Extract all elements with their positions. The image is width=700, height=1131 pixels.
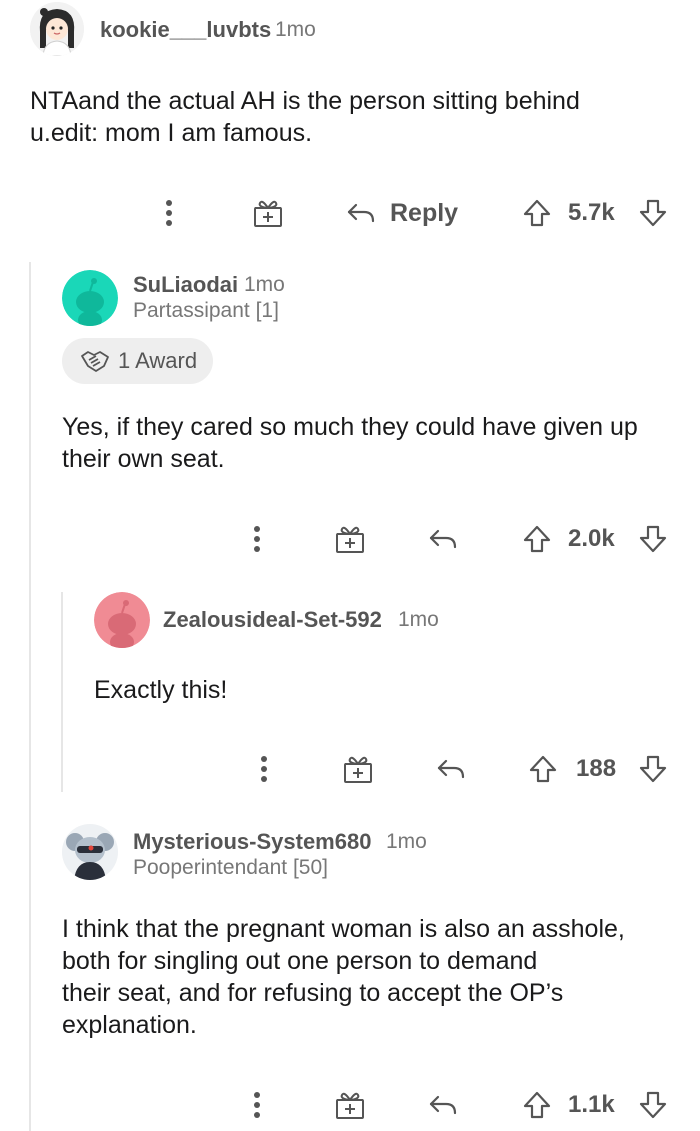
comment-body-line: both for singling out one person to dema…	[62, 947, 538, 975]
comment-author[interactable]: SuLiaodai	[133, 272, 238, 298]
comment-action-bar: 188	[240, 749, 680, 789]
reply-button[interactable]	[428, 527, 458, 551]
more-options-icon[interactable]	[253, 525, 261, 553]
comment-body: Exactly this!	[94, 674, 684, 706]
vote-score: 5.7k	[568, 199, 615, 226]
upvote-button[interactable]	[522, 524, 552, 554]
comment-body-line: their own seat.	[62, 445, 225, 473]
comment-action-bar: 2.0k	[240, 519, 680, 559]
reply-arrow-icon	[429, 529, 457, 549]
comment-author[interactable]: Mysterious-System680	[133, 829, 371, 855]
upvote-button[interactable]	[522, 198, 552, 228]
upvote-arrow-icon	[523, 1091, 551, 1119]
downvote-button[interactable]	[638, 1090, 668, 1120]
comment-age: 1mo	[244, 273, 285, 296]
comment-author[interactable]: Zealousideal-Set-592	[163, 607, 382, 633]
snoo-avatar-icon	[62, 270, 118, 326]
reply-label: Reply	[390, 198, 459, 227]
award-gift-icon[interactable]	[334, 1089, 366, 1121]
comment-body: NTAand the actual AH is the person sitti…	[30, 85, 690, 149]
handshake-award-icon	[81, 351, 109, 372]
reply-button[interactable]	[436, 757, 466, 781]
comment-body-line: NTAand the actual AH is the person sitti…	[30, 87, 580, 115]
comment-body-line: Exactly this!	[94, 676, 228, 704]
reply-button[interactable]	[428, 1093, 458, 1117]
avatar[interactable]	[30, 2, 84, 56]
comment-action-bar: 1.1k	[240, 1085, 680, 1125]
comment-action-bar: Reply 5.7k	[160, 193, 680, 233]
comment-body-line: I think that the pregnant woman is also …	[62, 915, 625, 943]
award-gift-icon[interactable]	[252, 197, 284, 229]
girl-avatar-icon	[30, 2, 84, 56]
downvote-arrow-icon	[639, 1091, 667, 1119]
downvote-arrow-icon	[639, 199, 667, 227]
comment-age: 1mo	[275, 18, 316, 41]
reply-arrow-icon	[347, 203, 375, 223]
avatar[interactable]	[94, 592, 150, 648]
comment-body-line: Yes, if they cared so much they could ha…	[62, 413, 638, 441]
comment-author[interactable]: kookie___luvbts	[100, 17, 271, 43]
downvote-button[interactable]	[638, 198, 668, 228]
upvote-arrow-icon	[523, 525, 551, 553]
upvote-button[interactable]	[522, 1090, 552, 1120]
avatar[interactable]	[62, 270, 118, 326]
comment-body: Yes, if they cared so much they could ha…	[62, 411, 692, 475]
reply-button[interactable]: Reply	[346, 199, 458, 228]
more-options-icon[interactable]	[253, 1091, 261, 1119]
user-flair: Partassipant [1]	[133, 299, 279, 322]
user-flair: Pooperintendant [50]	[133, 856, 328, 879]
thread-line-level-2[interactable]	[61, 592, 63, 792]
vote-score: 188	[576, 755, 617, 782]
comment-body-line: their seat, and for refusing to accept t…	[62, 979, 564, 1007]
upvote-arrow-icon	[529, 755, 557, 783]
vote-score: 2.0k	[568, 525, 615, 552]
comment-body-line: u.edit: mom I am famous.	[30, 119, 313, 147]
comment-body-line: explanation.	[62, 1011, 197, 1039]
upvote-arrow-icon	[523, 199, 551, 227]
more-options-icon[interactable]	[260, 755, 268, 783]
award-label: 1 Award	[118, 348, 198, 373]
comment-body: I think that the pregnant woman is also …	[62, 913, 692, 1041]
reply-arrow-icon	[437, 759, 465, 779]
reply-arrow-icon	[429, 1095, 457, 1115]
comment-age: 1mo	[398, 608, 439, 631]
upvote-button[interactable]	[528, 754, 558, 784]
vote-score: 1.1k	[568, 1091, 615, 1118]
koala-avatar-icon	[62, 824, 118, 880]
thread-line-level-1[interactable]	[29, 262, 31, 1131]
comment-age: 1mo	[386, 830, 427, 853]
award-badge[interactable]: 1 Award	[62, 338, 214, 384]
downvote-arrow-icon	[639, 525, 667, 553]
avatar[interactable]	[62, 824, 118, 880]
award-gift-icon[interactable]	[342, 753, 374, 785]
snoo-avatar-icon	[94, 592, 150, 648]
award-gift-icon[interactable]	[334, 523, 366, 555]
more-options-icon[interactable]	[165, 199, 173, 227]
downvote-button[interactable]	[638, 754, 668, 784]
downvote-arrow-icon	[639, 755, 667, 783]
downvote-button[interactable]	[638, 524, 668, 554]
